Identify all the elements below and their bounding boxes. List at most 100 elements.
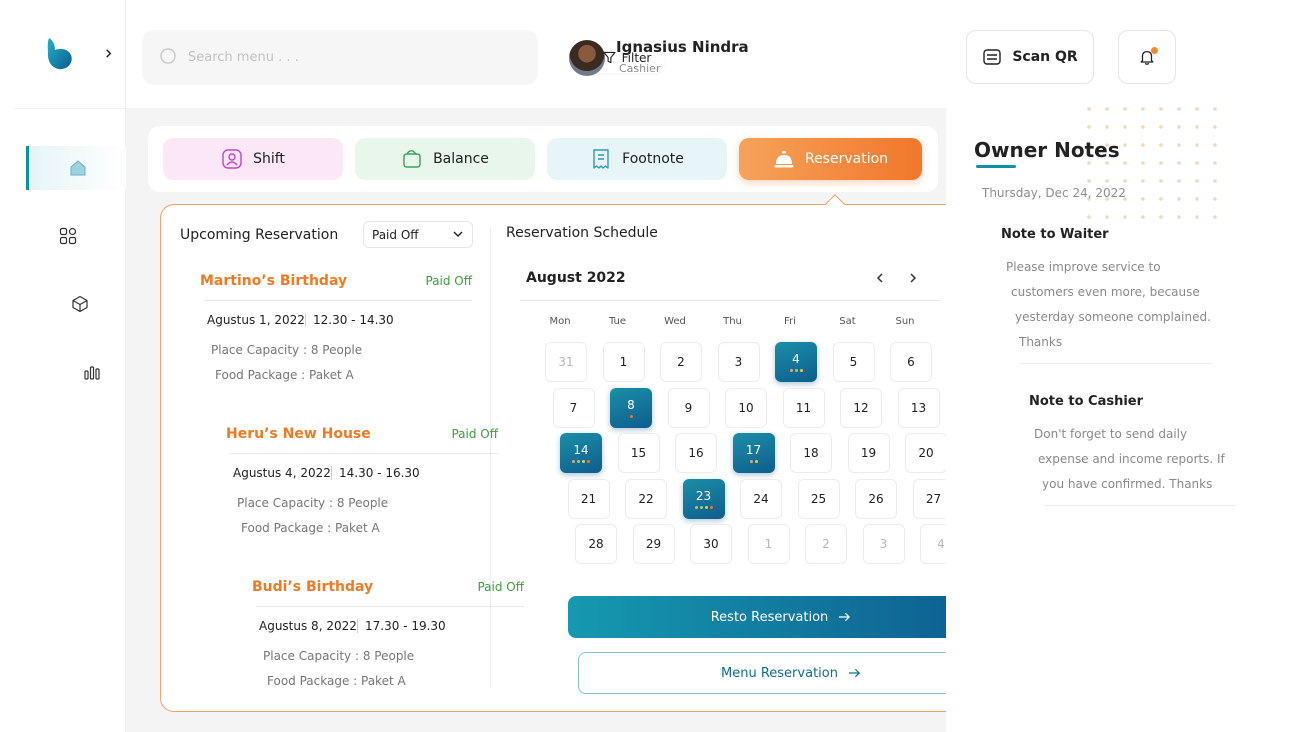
calendar-day[interactable]: 11 [782, 387, 825, 428]
reservation-food-package: Food Package : Paket A [267, 674, 406, 688]
calendar-day[interactable]: 12 [840, 387, 882, 428]
calendar-day[interactable]: 10 [725, 387, 767, 428]
calendar-day-reserved[interactable]: 4 [775, 342, 817, 382]
calendar-divider [520, 300, 940, 301]
chevron-right-icon[interactable] [96, 36, 120, 70]
calendar-next-button[interactable] [903, 268, 923, 288]
note-line: expense and income reports. If [1038, 452, 1225, 466]
weekday-label: Tue [608, 316, 627, 327]
tab-shift[interactable]: Shift [163, 138, 343, 180]
weekday-label: Sat [839, 316, 856, 327]
calendar-day[interactable]: 9 [667, 387, 710, 428]
day-number: 8 [627, 397, 635, 412]
reservation-item[interactable]: Budi’s Birthday Paid Off Agustus 8, 2022 17… [252, 579, 552, 709]
reservation-divider [230, 453, 498, 454]
status-dropdown[interactable]: Paid Off [363, 221, 473, 248]
day-number: 24 [753, 491, 769, 506]
calendar-day[interactable]: 19 [847, 433, 890, 473]
reservation-item[interactable]: Martino’s Birthday Paid Off Agustus 1, 202… [200, 273, 500, 403]
sidebar [0, 0, 176, 732]
shift-icon [222, 149, 242, 169]
day-number: 31 [558, 355, 574, 369]
calendar-day-reserved[interactable]: 17 [732, 433, 775, 473]
day-number: 9 [684, 400, 693, 415]
calendar-day[interactable]: 26 [855, 478, 897, 519]
reservation-name: Martino’s Birthday [200, 273, 348, 289]
reservation-dots [572, 460, 590, 463]
day-number: 17 [745, 443, 762, 457]
calendar-day[interactable]: 1 [747, 524, 790, 564]
status-badge: Paid Off [477, 580, 524, 594]
calendar-day[interactable]: 2 [660, 342, 702, 382]
sidebar-item-home[interactable] [26, 146, 126, 190]
calendar-day[interactable]: 30 [690, 524, 732, 564]
reservation-capacity: Place Capacity : 8 People [263, 649, 415, 663]
note-line: yesterday someone complained. [1015, 310, 1211, 324]
resto-reservation-label: Resto Reservation [710, 609, 829, 625]
calendar-day[interactable]: 22 [625, 478, 667, 519]
calendar-day[interactable]: 3 [862, 524, 905, 564]
menu-reservation-button[interactable]: Menu Reservation [578, 652, 1004, 694]
calendar-day[interactable]: 16 [675, 433, 717, 473]
chevron-right-icon [910, 273, 917, 283]
reservation-dot [582, 460, 585, 463]
reservation-capacity: Place Capacity : 8 People [211, 343, 363, 357]
day-number: 1 [619, 355, 628, 369]
reservation-food-package: Food Package : Paket A [215, 368, 354, 382]
calendar-day[interactable]: 31 [545, 342, 587, 382]
search-bar: Filter [142, 30, 664, 85]
tab-footnote[interactable]: Footnote [547, 138, 727, 180]
tab-reservation[interactable]: Reservation [739, 138, 922, 180]
calendar-day[interactable]: 24 [740, 478, 782, 519]
day-number: 23 [695, 488, 712, 503]
reservation-item[interactable]: Heru’s New House Paid Off Agustus 4, 2022 1… [226, 426, 526, 556]
day-number: 26 [868, 491, 884, 506]
calendar-day[interactable]: 18 [790, 433, 832, 473]
note-line: Don't forget to send daily [1034, 427, 1188, 441]
calendar-day[interactable]: 29 [632, 524, 675, 564]
calendar-day[interactable]: 7 [552, 387, 595, 428]
reservation-dots [789, 369, 803, 372]
calendar-day[interactable]: 15 [617, 433, 660, 473]
calendar-day-reserved[interactable]: 14 [560, 433, 602, 473]
calendar-day[interactable]: 6 [890, 342, 932, 382]
resto-reservation-button[interactable]: Resto Reservation [568, 596, 994, 638]
calendar-day[interactable]: 21 [567, 478, 610, 519]
day-number: 3 [879, 537, 888, 551]
calendar-day[interactable]: 5 [832, 342, 875, 382]
home-icon [70, 160, 85, 176]
scan-qr-button[interactable]: Scan QR [966, 30, 1094, 84]
user-role: Cashier [619, 62, 661, 75]
logo-icon[interactable] [44, 36, 76, 72]
tab-label: Balance [433, 151, 489, 167]
calendar-day-reserved[interactable]: 23 [682, 478, 725, 519]
wallet-icon [403, 150, 421, 168]
grid-icon [59, 227, 77, 245]
calendar-prev-button[interactable] [870, 268, 890, 288]
calendar-day[interactable]: 2 [805, 524, 847, 564]
bell-service-icon [774, 151, 794, 168]
user-name: Ignasius Nindra [616, 38, 749, 56]
weekday-label: Wed [664, 316, 686, 327]
day-number: 30 [703, 537, 719, 551]
day-number: 14 [573, 443, 589, 457]
note-heading: Note to Cashier [1029, 394, 1144, 409]
calendar-day[interactable]: 1 [602, 342, 645, 382]
tab-balance[interactable]: Balance [355, 138, 535, 180]
calendar-day[interactable]: 3 [717, 342, 760, 382]
reservation-name: Heru’s New House [226, 426, 371, 442]
search-input[interactable] [188, 44, 438, 71]
calendar-day-reserved[interactable]: 8 [610, 387, 652, 428]
reservation-date: Agustus 1, 2022 [207, 313, 305, 327]
calendar-day[interactable]: 25 [797, 478, 840, 519]
avatar[interactable] [569, 40, 605, 76]
schedule-title: Reservation Schedule [506, 225, 658, 241]
reservation-dot [629, 414, 633, 418]
notification-button[interactable] [1118, 30, 1176, 84]
calendar-day[interactable]: 13 [897, 387, 940, 428]
calendar-day[interactable]: 20 [905, 433, 947, 473]
calendar-day[interactable]: 28 [575, 524, 617, 564]
chevron-down-icon [453, 231, 463, 237]
reservation-dots [629, 414, 633, 418]
day-number: 16 [688, 446, 704, 460]
